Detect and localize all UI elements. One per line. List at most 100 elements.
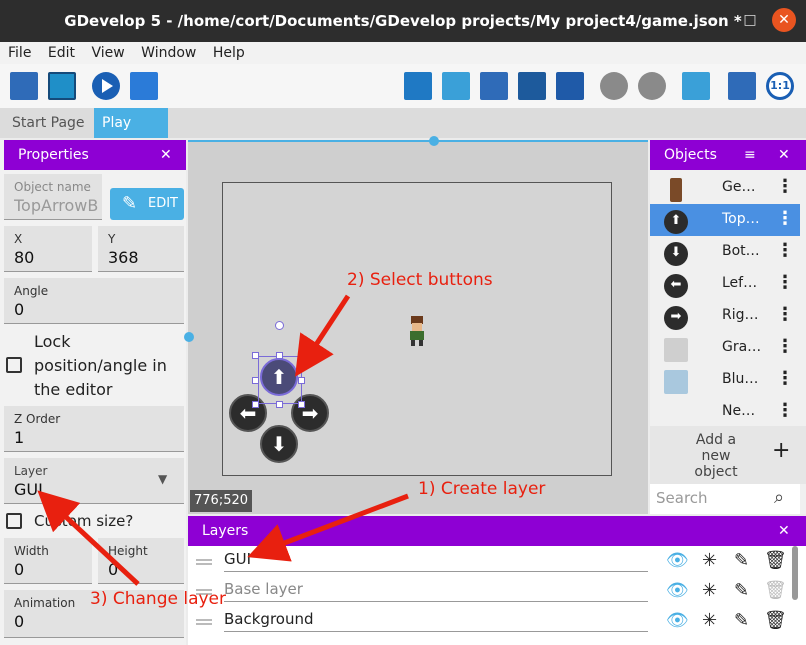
edit-button[interactable]: ✎ EDIT	[110, 188, 184, 220]
annotation-select-buttons: 2) Select buttons	[347, 270, 493, 290]
zorder-field[interactable]: Z Order 1	[4, 406, 184, 452]
width-field[interactable]: Width 0	[4, 538, 92, 584]
splitter-handle-left[interactable]	[184, 332, 194, 342]
layer-row[interactable]: GUI 👁 ✳ ✎ 🗑	[188, 546, 806, 576]
custom-size-label: Custom size?	[34, 512, 134, 530]
properties-pencil-icon[interactable]	[480, 72, 508, 100]
instances-list-icon[interactable]	[518, 72, 546, 100]
scene-window-icon[interactable]	[48, 72, 76, 100]
delete-selection-icon[interactable]	[682, 72, 710, 100]
lock-checkbox[interactable]	[6, 357, 22, 373]
custom-size-checkbox[interactable]	[6, 513, 22, 529]
layer-name-field[interactable]: Background	[224, 610, 648, 632]
grid-icon[interactable]	[728, 72, 756, 100]
preview-play-icon[interactable]	[92, 72, 120, 100]
resize-handle[interactable]	[298, 352, 305, 359]
drag-handle-icon[interactable]	[196, 619, 212, 625]
resize-handle[interactable]	[276, 401, 283, 408]
resize-handle[interactable]	[276, 352, 283, 359]
object-editor-icon[interactable]	[404, 72, 432, 100]
lighting-icon[interactable]: ✳	[702, 580, 717, 601]
more-options-icon[interactable]: ⋮	[776, 176, 794, 197]
menu-file[interactable]: File	[8, 42, 31, 64]
properties-header: Properties ✕	[4, 140, 186, 170]
object-name: Lef…	[722, 275, 758, 291]
more-options-icon[interactable]: ⋮	[776, 368, 794, 389]
trash-icon[interactable]: 🗑	[764, 550, 787, 571]
object-row[interactable]: Ge… ⋮	[650, 172, 800, 204]
more-options-icon[interactable]: ⋮	[776, 208, 794, 229]
y-field[interactable]: Y 368	[98, 226, 184, 272]
objects-close-icon[interactable]: ✕	[778, 140, 790, 170]
tab-play[interactable]: Play ✕	[94, 108, 168, 161]
object-row[interactable]: ⬆ Top… ⋮	[650, 204, 800, 236]
object-row[interactable]: Blu… ⋮	[650, 364, 800, 396]
more-options-icon[interactable]: ⋮	[776, 272, 794, 293]
resize-handle[interactable]	[298, 401, 305, 408]
lighting-icon[interactable]: ✳	[702, 550, 717, 571]
eye-icon[interactable]: 👁	[666, 550, 689, 571]
player-sprite[interactable]	[405, 316, 429, 346]
layer-name-field[interactable]: Base layer	[224, 580, 648, 602]
layers-close-icon[interactable]: ✕	[778, 516, 790, 546]
edit-pencil-icon[interactable]: ✎	[734, 550, 749, 571]
minimize-button[interactable]: –	[700, 8, 724, 32]
object-groups-icon[interactable]	[442, 72, 470, 100]
close-window-button[interactable]: ✕	[772, 8, 796, 32]
project-manager-icon[interactable]	[10, 72, 38, 100]
drag-handle-icon[interactable]	[196, 559, 212, 565]
edit-pencil-icon[interactable]: ✎	[734, 610, 749, 631]
more-options-icon[interactable]: ⋮	[776, 304, 794, 325]
x-field[interactable]: X 80	[4, 226, 92, 272]
add-object-button[interactable]: Add a new object +	[650, 426, 806, 484]
filter-icon[interactable]: ≡	[744, 140, 756, 170]
layer-select[interactable]: Layer GUI ▼	[4, 458, 184, 504]
trash-icon[interactable]: 🗑	[764, 610, 787, 631]
layers-scrollbar[interactable]	[792, 546, 798, 600]
layers-stack-icon[interactable]	[556, 72, 584, 100]
more-options-icon[interactable]: ⋮	[776, 336, 794, 357]
height-field[interactable]: Height 0	[98, 538, 184, 584]
menu-bar: File Edit View Window Help	[0, 42, 806, 64]
object-name-field[interactable]: Object name TopArrowB	[4, 174, 102, 220]
object-row[interactable]: Ne… ⋮	[650, 396, 800, 428]
layer-name-field[interactable]: GUI	[224, 550, 648, 572]
maximize-button[interactable]: □	[738, 8, 762, 32]
debugger-bug-icon[interactable]	[130, 72, 158, 100]
more-options-icon[interactable]: ⋮	[776, 400, 794, 421]
angle-field[interactable]: Angle 0	[4, 278, 184, 324]
lighting-icon[interactable]: ✳	[702, 610, 717, 631]
menu-view[interactable]: View	[91, 42, 124, 64]
zoom-reset-icon[interactable]: 1:1	[766, 72, 794, 100]
object-row[interactable]: ⬇ Bot… ⋮	[650, 236, 800, 268]
properties-close-icon[interactable]: ✕	[160, 140, 172, 170]
animation-value: 0	[14, 612, 25, 631]
object-row[interactable]: ➡ Rig… ⋮	[650, 300, 800, 332]
undo-icon[interactable]	[600, 72, 628, 100]
resize-handle[interactable]	[298, 377, 305, 384]
arrow-down-icon: ⬇	[664, 242, 688, 266]
arrow-right-icon: ➡	[664, 306, 688, 330]
object-row[interactable]: Gra… ⋮	[650, 332, 800, 364]
object-search-field[interactable]: Search ⌕	[650, 484, 800, 514]
tab-start-page[interactable]: Start Page	[4, 108, 93, 138]
bottom-arrow-button[interactable]: ⬇	[260, 425, 298, 463]
resize-handle[interactable]	[252, 377, 259, 384]
more-options-icon[interactable]: ⋮	[776, 240, 794, 261]
resize-handle[interactable]	[252, 352, 259, 359]
trash-icon[interactable]: 🗑	[764, 580, 787, 601]
rotate-handle[interactable]	[275, 321, 284, 330]
layer-row[interactable]: Background 👁 ✳ ✎ 🗑	[188, 606, 806, 636]
eye-icon[interactable]: 👁	[666, 580, 689, 601]
layer-label: Layer	[14, 464, 48, 478]
eye-icon[interactable]: 👁	[666, 610, 689, 631]
redo-icon[interactable]	[638, 72, 666, 100]
edit-pencil-icon[interactable]: ✎	[734, 580, 749, 601]
menu-edit[interactable]: Edit	[48, 42, 75, 64]
menu-window[interactable]: Window	[141, 42, 196, 64]
menu-help[interactable]: Help	[213, 42, 245, 64]
resize-handle[interactable]	[252, 401, 259, 408]
object-row[interactable]: ⬅ Lef… ⋮	[650, 268, 800, 300]
layer-row[interactable]: Base layer 👁 ✳ ✎ 🗑	[188, 576, 806, 606]
splitter-handle-top[interactable]	[429, 136, 439, 146]
